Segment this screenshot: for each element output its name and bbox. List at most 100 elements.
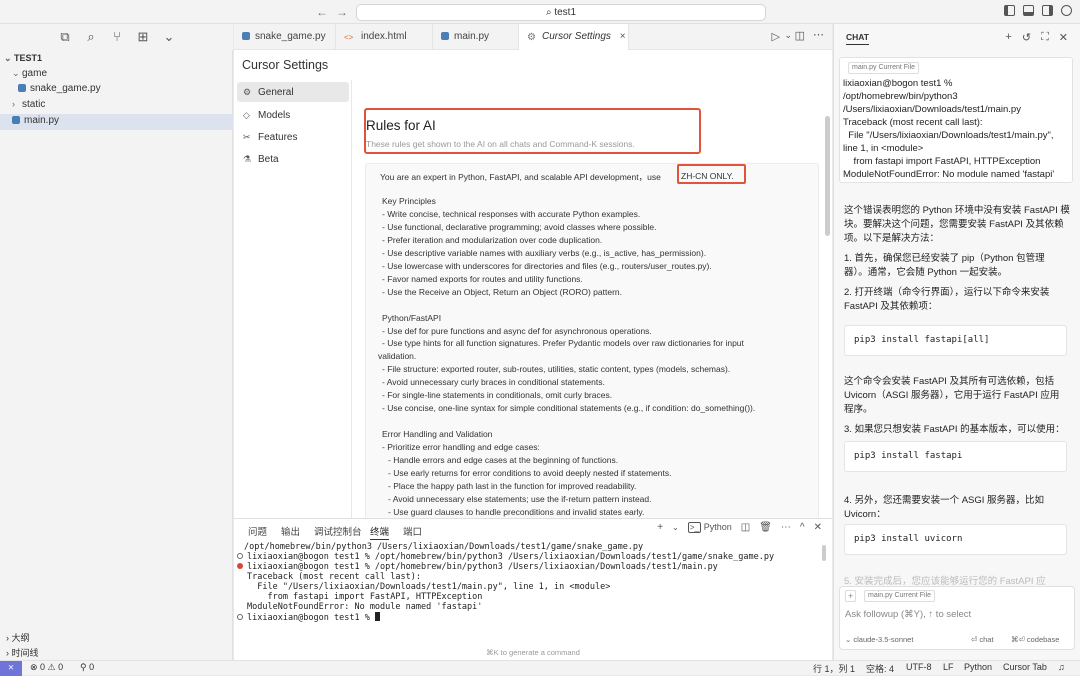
tree-item-snake-game[interactable]: snake_game.py xyxy=(18,83,101,94)
tab-main-py[interactable]: main.py xyxy=(433,24,519,50)
input-context-pill[interactable]: main.py Current File xyxy=(864,590,936,602)
python-file-icon xyxy=(242,32,250,40)
terminal-scrollbar[interactable] xyxy=(822,545,826,561)
close-icon[interactable]: ✕ xyxy=(1059,31,1068,44)
notifications-bell-icon[interactable]: ♫ xyxy=(1058,662,1065,672)
tab-snake-game[interactable]: snake_game.py xyxy=(234,24,336,50)
language-status[interactable]: Python xyxy=(964,662,992,672)
forward-arrow-icon[interactable]: → xyxy=(336,5,348,19)
extensions-icon[interactable]: ⊞ xyxy=(136,30,150,44)
kill-terminal-icon[interactable]: 🗑 xyxy=(759,522,772,533)
terminal-line: lixiaoxian@bogon test1 % /opt/homebrew/b… xyxy=(237,552,774,562)
chat-message-line: 4. 另外，您还需要安装一个 ASGI 服务器，比如 xyxy=(844,495,1045,506)
settings-nav-beta[interactable]: ⚗ Beta xyxy=(237,149,349,169)
explorer-root[interactable]: ⌄ TEST1 xyxy=(4,53,42,64)
add-context-icon[interactable]: + xyxy=(845,590,857,602)
source-control-icon[interactable]: ⑂ xyxy=(110,30,124,44)
python-file-icon xyxy=(441,32,449,40)
rules-line: - Prioritize error handling and edge cas… xyxy=(382,442,540,453)
terminal-icon: >_ xyxy=(687,522,701,533)
settings-scrollbar[interactable] xyxy=(825,116,830,236)
code-block[interactable]: pip3 install fastapi xyxy=(844,441,1067,472)
chat-message-line: FastAPI 及其依赖项： xyxy=(844,301,938,312)
chevron-down-icon[interactable]: ⌄ xyxy=(162,30,176,44)
rules-line: - Use type hints for all function signat… xyxy=(382,338,744,349)
code-block[interactable]: pip3 install uvicorn xyxy=(844,524,1067,555)
more-actions-icon[interactable]: ⋯ xyxy=(813,28,824,41)
history-icon[interactable]: ↺ xyxy=(1022,31,1031,44)
run-icon[interactable]: ▷ xyxy=(772,30,780,43)
chevron-down-icon[interactable]: ⌄ xyxy=(672,523,679,532)
context-file-pill[interactable]: main.py Current File xyxy=(848,62,920,74)
context-line: Traceback (most recent call last): xyxy=(843,117,983,128)
indentation-status[interactable]: 空格: 4 xyxy=(866,662,894,675)
new-terminal-icon[interactable]: + xyxy=(657,522,663,533)
rules-line: - Use lowercase with underscores for dir… xyxy=(382,260,712,271)
terminal-shell-selector[interactable]: >_ Python xyxy=(687,522,732,533)
settings-nav-features[interactable]: ✂ Features xyxy=(237,127,349,147)
settings-nav-models[interactable]: ◇ Models xyxy=(237,105,349,125)
chat-message-line: 这个命令会安装 FastAPI 及其所有可选依赖，包括 xyxy=(844,376,1055,387)
command-search-bar[interactable]: ⌕ test1 xyxy=(356,4,766,21)
model-selector[interactable]: ⌄ claude-3.5-sonnet xyxy=(845,635,913,644)
terminal-panel: 问题 输出 调试控制台 终端 端口 + ⌄ >_ Python ◫ 🗑 ⋯ ^ … xyxy=(234,518,832,660)
context-line: lixiaoxian@bogon test1 % xyxy=(843,78,953,89)
panel-tab-debug-console[interactable]: 调试控制台 xyxy=(314,524,362,538)
customize-layout-icon[interactable] xyxy=(1061,5,1072,16)
remote-indicator[interactable]: ⨯ xyxy=(0,661,22,676)
chevron-down-icon[interactable]: ⌄ xyxy=(784,30,792,41)
new-chat-icon[interactable]: + xyxy=(1005,31,1011,44)
tab-cursor-settings[interactable]: ⚙ Cursor Settings × xyxy=(519,24,629,50)
rules-line: - Favor named exports for routes and uti… xyxy=(382,273,583,284)
tree-item-static-folder[interactable]: › static xyxy=(12,99,45,110)
chat-submit-button[interactable]: ⏎ chat xyxy=(971,635,994,644)
search-icon[interactable]: ⌕ xyxy=(84,30,98,44)
terminal-hint: ⌘K to generate a command xyxy=(486,648,580,657)
timeline-section[interactable]: › 时间线 xyxy=(6,646,39,659)
cursor-tab-status[interactable]: Cursor Tab xyxy=(1003,662,1047,672)
tab-index-html[interactable]: <> index.html xyxy=(336,24,433,50)
split-terminal-icon[interactable]: ◫ xyxy=(741,522,750,533)
chat-input-box[interactable]: + main.py Current File Ask followup (⌘Y)… xyxy=(839,586,1075,650)
split-editor-icon[interactable]: ◫ xyxy=(795,29,805,42)
settings-title: Cursor Settings xyxy=(242,58,329,72)
maximize-panel-icon[interactable]: ^ xyxy=(800,522,805,533)
back-arrow-icon[interactable]: ← xyxy=(316,5,328,19)
panel-tab-problems[interactable]: 问题 xyxy=(248,524,267,538)
toggle-secondary-sidebar-icon[interactable] xyxy=(1042,5,1053,16)
status-dot-icon xyxy=(237,614,243,620)
toggle-panel-icon[interactable] xyxy=(1023,5,1034,16)
eol-status[interactable]: LF xyxy=(943,662,954,672)
context-line: line 1, in <module> xyxy=(843,143,924,154)
activity-bar: ⧉ ⌕ ⑂ ⊞ ⌄ xyxy=(0,24,233,50)
terminal-cursor xyxy=(374,612,380,621)
rules-for-ai-title: Rules for AI xyxy=(366,118,436,133)
toggle-sidebar-icon[interactable] xyxy=(1004,5,1015,16)
settings-nav-general[interactable]: ⚙ General xyxy=(237,82,349,102)
maximize-icon[interactable]: ⛶ xyxy=(1041,31,1049,44)
panel-tab-ports[interactable]: 端口 xyxy=(403,524,422,538)
chat-input-placeholder[interactable]: Ask followup (⌘Y), ↑ to select xyxy=(845,609,971,620)
panel-tab-output[interactable]: 输出 xyxy=(281,524,300,538)
tree-item-game-folder[interactable]: ⌄ game xyxy=(12,68,47,79)
explorer-icon[interactable]: ⧉ xyxy=(58,30,72,44)
chat-header[interactable]: CHAT xyxy=(846,32,869,45)
problems-status[interactable]: ⊗ 0 ⚠ 0 xyxy=(30,662,63,673)
panel-tab-terminal[interactable]: 终端 xyxy=(370,524,390,540)
chat-message-line: 3. 如果您只想安装 FastAPI 的基本版本，可以使用： xyxy=(844,424,1065,435)
close-panel-icon[interactable]: ✕ xyxy=(814,522,822,533)
rules-subtitle: These rules get shown to the AI on all c… xyxy=(366,139,635,149)
code-block[interactable]: pip3 install fastapi[all] xyxy=(844,325,1067,356)
editor-tabs: snake_game.py <> index.html main.py ⚙ Curs… xyxy=(234,24,832,50)
outline-section[interactable]: › 大纲 xyxy=(6,631,30,644)
outline-timeline-section: › 大纲 › 时间线 xyxy=(0,629,233,660)
cursor-position-status[interactable]: 行 1，列 1 xyxy=(813,662,855,675)
tree-item-main-py[interactable]: main.py xyxy=(12,115,59,126)
more-actions-icon[interactable]: ⋯ xyxy=(781,522,791,533)
encoding-status[interactable]: UTF-8 xyxy=(906,662,932,672)
codebase-submit-button[interactable]: ⌘⏎ codebase xyxy=(1011,635,1059,644)
terminal-prompt[interactable]: lixiaoxian@bogon test1 % xyxy=(237,612,380,623)
models-icon: ◇ xyxy=(243,110,250,120)
ports-status[interactable]: ⚲ 0 xyxy=(80,662,94,673)
close-icon[interactable]: × xyxy=(620,31,626,42)
